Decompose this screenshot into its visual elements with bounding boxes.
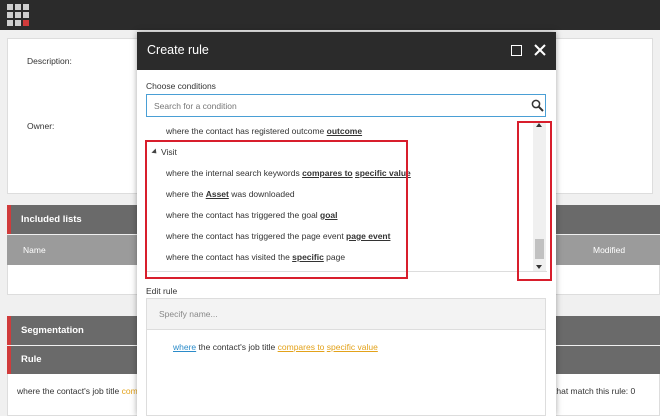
rule-name-field[interactable] — [147, 299, 545, 330]
condition-registered-outcome[interactable]: where the contact has registered outcome… — [166, 126, 362, 136]
scrollbar-highlight — [517, 121, 552, 281]
edit-rule-label: Edit rule — [146, 286, 178, 296]
choose-conditions-label: Choose conditions — [146, 81, 216, 91]
rule-value-link[interactable]: specific value — [327, 342, 378, 352]
search-input[interactable] — [147, 95, 527, 116]
rule-match-count: that match this rule: 0 — [554, 386, 636, 396]
edit-rule-area: where the contact's job title compares t… — [146, 298, 546, 416]
maximize-icon[interactable] — [511, 45, 522, 56]
column-modified[interactable]: Modified — [593, 235, 625, 265]
search-box — [146, 94, 546, 117]
bg-rule-text: where the contact's job title com — [17, 386, 138, 396]
rule-expression: where the contact's job title compares t… — [173, 342, 378, 352]
owner-label: Owner: — [27, 121, 55, 131]
dialog-title: Create rule — [147, 43, 209, 57]
dialog-header: Create rule — [137, 32, 556, 70]
visit-group-highlight — [145, 140, 408, 279]
search-icon[interactable] — [531, 99, 544, 112]
create-rule-dialog: Create rule Choose conditions where the … — [137, 32, 556, 416]
app-grid-icon[interactable] — [7, 4, 29, 26]
rule-where-link[interactable]: where — [173, 342, 196, 352]
close-icon[interactable] — [532, 42, 548, 58]
rule-operator-link[interactable]: compares to — [278, 342, 325, 352]
description-label: Description: — [27, 56, 72, 66]
column-name[interactable]: Name — [23, 235, 46, 265]
top-bar — [0, 0, 660, 30]
